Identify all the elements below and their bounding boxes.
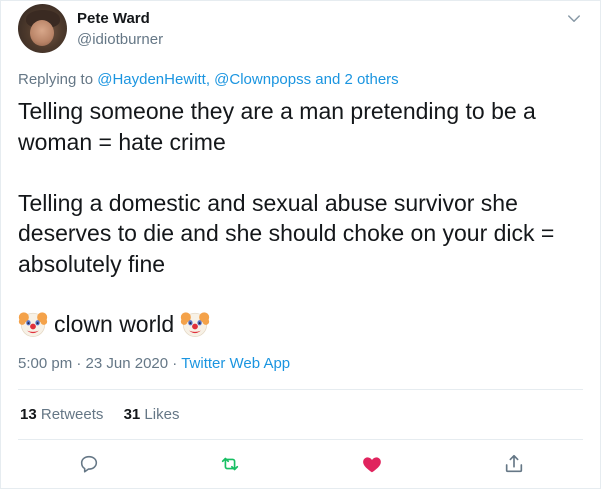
retweet-icon[interactable] [219, 453, 241, 475]
retweets-count: 13 [20, 406, 37, 423]
likes-label: Likes [144, 406, 180, 423]
timestamp-link[interactable]: 5:00 pm · 23 Jun 2020 [18, 355, 168, 372]
tweet-paragraph-2: Telling a domestic and sexual abuse surv… [18, 189, 555, 277]
tweet-meta: 5:00 pm · 23 Jun 2020 · Twitter Web App [18, 355, 290, 372]
likes-count: 31 [123, 406, 141, 423]
share-icon[interactable] [503, 453, 525, 475]
avatar[interactable] [18, 4, 67, 53]
tweet-paragraph-3: clown world [18, 309, 583, 340]
source-link[interactable]: Twitter Web App [181, 355, 290, 372]
reply-icon[interactable] [78, 453, 100, 475]
engagement-stats: 13 Retweets 31 Likes [20, 406, 195, 423]
tweet-text: Telling someone they are a man pretendin… [18, 96, 583, 340]
action-bar [1, 451, 600, 479]
meta-separator: · [172, 355, 178, 372]
reply-users-link[interactable]: @HaydenHewitt, @Clownpopss [97, 71, 311, 88]
reply-prefix: Replying to [18, 71, 94, 88]
retweets-stat[interactable]: 13 Retweets [20, 406, 108, 423]
reply-context: Replying to @HaydenHewitt, @Clownpopss a… [18, 71, 399, 88]
divider-bottom [18, 439, 583, 440]
reply-others-link[interactable]: and 2 others [315, 71, 398, 88]
chevron-down-icon[interactable] [565, 10, 583, 28]
author-handle[interactable]: @idiotburner [77, 31, 163, 48]
retweets-label: Retweets [40, 406, 104, 423]
clown-face-emoji-icon [180, 312, 210, 338]
tweet-paragraph-1: Telling someone they are a man pretendin… [18, 98, 536, 155]
avatar-face [30, 20, 54, 46]
tweet-card: Pete Ward @idiotburner Replying to @Hayd… [0, 0, 601, 489]
author-name[interactable]: Pete Ward [77, 10, 150, 27]
likes-stat[interactable]: 31 Likes [124, 406, 180, 423]
divider-top [18, 389, 583, 390]
heart-icon[interactable] [361, 453, 383, 475]
tweet-paragraph-3-text: clown world [54, 311, 175, 337]
clown-face-emoji-icon [18, 312, 48, 338]
